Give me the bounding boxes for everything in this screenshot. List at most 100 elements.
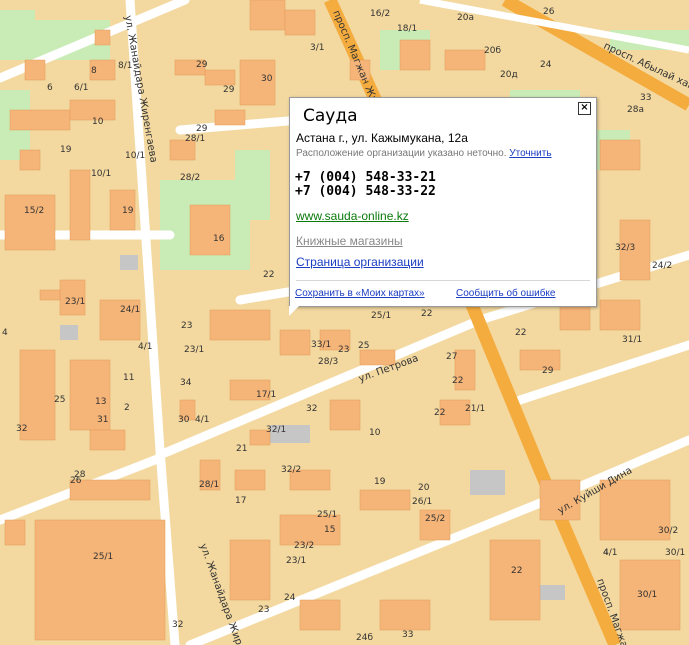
house-number: 29 — [196, 124, 208, 134]
building — [34, 519, 166, 641]
house-number: 20б — [484, 46, 501, 56]
house-number: 30/2 — [658, 526, 678, 536]
building — [299, 599, 341, 631]
building — [599, 299, 641, 331]
house-number: 22 — [434, 408, 445, 418]
house-number: 32 — [306, 404, 317, 414]
house-number: 25/1 — [93, 552, 113, 562]
road — [419, 0, 689, 54]
building — [214, 109, 246, 126]
building — [4, 519, 26, 546]
house-number: 32 — [16, 424, 27, 434]
building — [329, 399, 361, 431]
phone-1: +7 (004) 548-33-21 — [295, 170, 436, 185]
house-number: 15/2 — [24, 206, 44, 216]
house-number: 30/1 — [665, 548, 685, 558]
close-icon[interactable]: × — [578, 102, 591, 115]
website-link[interactable]: www.sauda-online.kz — [296, 209, 409, 223]
organization-popup: Сауда × Астана г., ул. Кажымукана, 12а Р… — [289, 97, 597, 307]
house-number: 18/1 — [397, 24, 417, 34]
house-number: 10 — [92, 117, 104, 127]
house-number: 23/1 — [184, 345, 204, 355]
category-link[interactable]: Книжные магазины — [296, 234, 403, 248]
building — [69, 169, 91, 241]
house-number: 4/1 — [195, 415, 209, 425]
location-note: Расположение организации указано неточно… — [296, 148, 552, 159]
house-number: 32/1 — [266, 425, 286, 435]
house-number: 23 — [181, 321, 192, 331]
house-number: 25 — [358, 341, 369, 351]
house-number: 24/2 — [652, 261, 672, 271]
building — [39, 289, 61, 301]
house-number: 31/1 — [622, 335, 642, 345]
organization-title: Сауда — [303, 106, 358, 126]
house-number: 22 — [511, 566, 522, 576]
popup-divider — [296, 280, 590, 281]
gray-area — [60, 325, 78, 340]
house-number: 8 — [91, 66, 97, 76]
house-number: 19 — [60, 145, 72, 155]
house-number: 22 — [263, 270, 274, 280]
report-error-link[interactable]: Сообщить об ошибке — [456, 288, 555, 299]
house-number: 21 — [236, 444, 247, 454]
house-number: 23/1 — [286, 556, 306, 566]
house-number: 24/1 — [120, 305, 140, 315]
house-number: 23/2 — [294, 541, 314, 551]
house-number: 17 — [235, 496, 246, 506]
house-number: 29 — [223, 85, 235, 95]
house-number: 31 — [97, 415, 108, 425]
house-number: 29 — [196, 60, 208, 70]
phone-2: +7 (004) 548-33-22 — [295, 184, 436, 199]
building — [204, 69, 236, 86]
house-number: 32 — [172, 620, 183, 630]
building — [9, 109, 71, 131]
building — [519, 349, 561, 371]
house-number: 30 — [261, 74, 273, 84]
house-number: 20д — [500, 70, 518, 80]
house-number: 17/1 — [256, 390, 276, 400]
building — [89, 429, 126, 451]
gray-area — [470, 470, 505, 495]
house-number: 25/1 — [371, 311, 391, 321]
house-number: 34 — [180, 378, 192, 388]
building — [379, 599, 431, 631]
house-number: 15 — [324, 525, 335, 535]
house-number: 13 — [95, 397, 106, 407]
building — [359, 489, 411, 511]
refine-location-link[interactable]: Уточнить — [509, 148, 551, 159]
building — [19, 149, 41, 171]
house-number: 33 — [640, 93, 651, 103]
house-number: 20а — [457, 13, 474, 23]
building — [279, 329, 311, 356]
house-number: 11 — [123, 373, 134, 383]
building — [599, 139, 641, 171]
save-to-my-maps-link[interactable]: Сохранить в «Моих картах» — [295, 288, 425, 299]
building — [94, 29, 111, 46]
house-number: 22 — [421, 309, 432, 319]
house-number: 30 — [178, 415, 190, 425]
house-number: 21/1 — [465, 404, 485, 414]
building — [229, 539, 271, 601]
house-number: 28/2 — [180, 173, 200, 183]
building — [24, 59, 46, 81]
house-number: 6 — [47, 83, 53, 93]
house-number: 10 — [369, 428, 381, 438]
popup-pointer — [289, 306, 299, 316]
house-number: 23/1 — [65, 297, 85, 307]
house-number: 23 — [338, 345, 349, 355]
house-number: 28/1 — [199, 480, 219, 490]
organization-page-link[interactable]: Страница организации — [296, 255, 424, 269]
house-number: 24 — [284, 593, 296, 603]
house-number: 28/3 — [318, 357, 338, 367]
house-number: 32/2 — [281, 465, 301, 475]
house-number: 19 — [122, 206, 134, 216]
house-number: 28/1 — [185, 134, 205, 144]
green-area — [235, 150, 270, 220]
house-number: 4/1 — [603, 548, 617, 558]
house-number: 25 — [54, 395, 65, 405]
house-number: 22 — [452, 376, 463, 386]
house-number: 3/1 — [310, 43, 324, 53]
house-number: 30/1 — [637, 590, 657, 600]
building — [249, 0, 286, 31]
house-number: 29 — [542, 366, 554, 376]
